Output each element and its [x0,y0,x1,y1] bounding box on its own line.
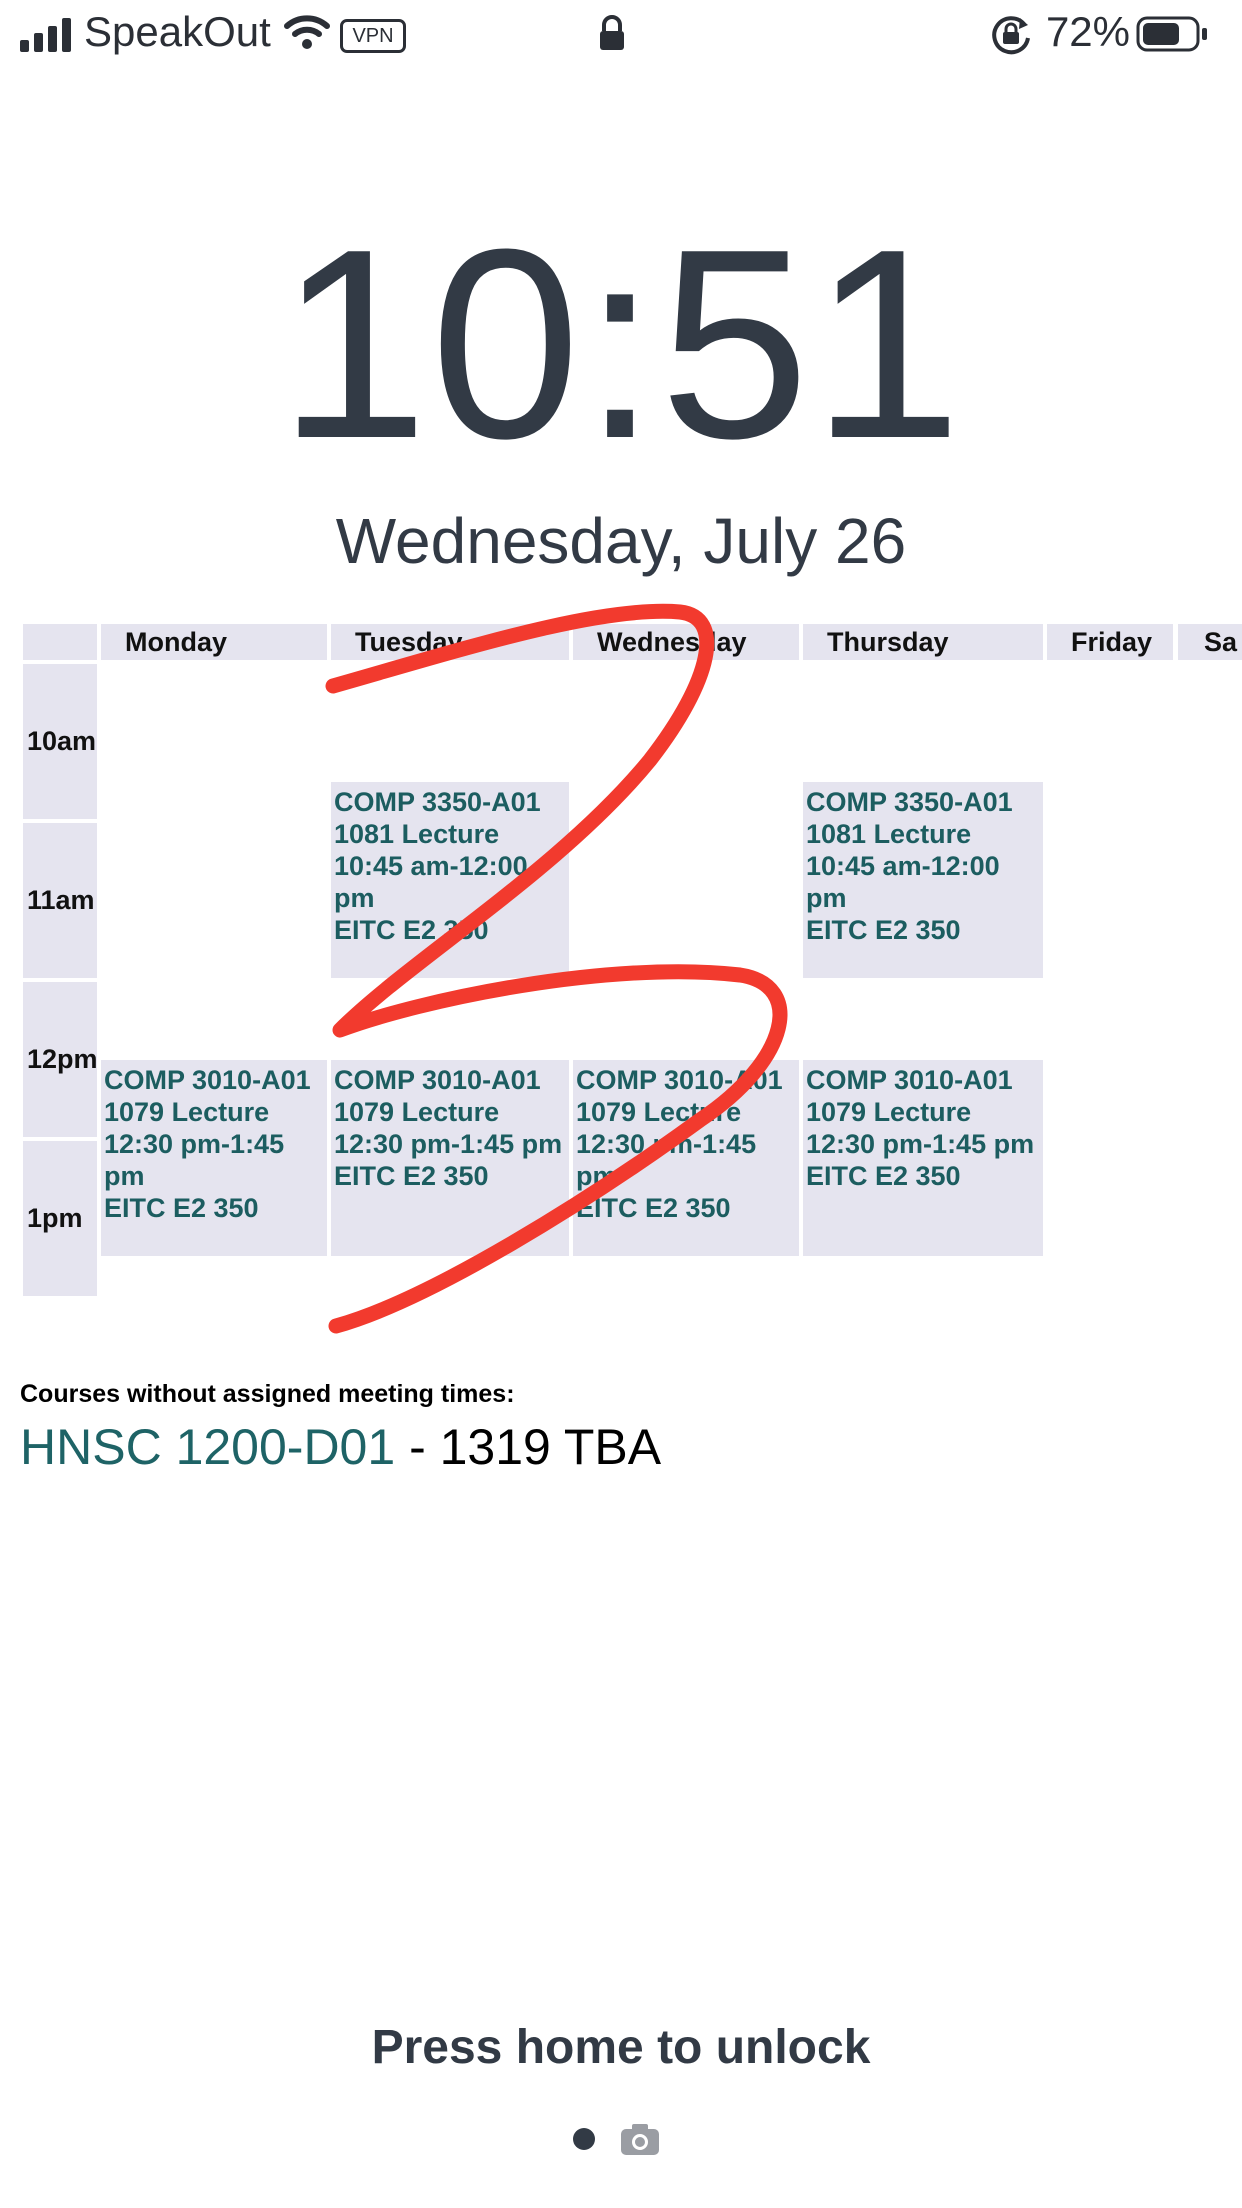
corner-header [23,624,97,660]
event-room: EITC E2 350 [334,915,489,945]
unscheduled-courses-label: Courses without assigned meeting times: [20,1380,515,1408]
carrier-name: SpeakOut [84,8,271,55]
event-time: 12:30 pm-1:45 pm [104,1129,285,1191]
event-time: 12:30 pm-1:45 pm [806,1129,1035,1159]
battery-icon [1136,16,1207,52]
day-header-saturday: Sa [1178,624,1242,660]
unlock-hint: Press home to unlock [371,2021,871,2074]
event-course: COMP 3010-A01 [576,1065,783,1095]
event-room: EITC E2 350 [334,1161,489,1191]
event-type: 1081 Lecture [806,819,972,849]
day-header-wednesday: Wednesday [573,624,799,660]
vpn-badge: VPN [340,19,406,53]
day-header-tuesday: Tuesday [331,624,569,660]
event-course: COMP 3350-A01 [334,787,541,817]
event-course: COMP 3010-A01 [104,1065,311,1095]
unscheduled-course-row: HNSC 1200-D01 - 1319 TBA [20,1418,661,1476]
event-time: 12:30 pm-1:45 pm [576,1129,757,1191]
event-course: COMP 3010-A01 [334,1065,541,1095]
day-header-monday: Monday [101,624,327,660]
event-type: 1079 Lecture [104,1097,270,1127]
status-bar: SpeakOut VPN 72% [0,0,1242,72]
time-slot-11am: 11am [23,823,97,978]
unscheduled-course-detail: - 1319 TBA [395,1419,662,1475]
day-header-thursday: Thursday [803,624,1043,660]
battery-percent: 72% [1045,8,1130,55]
event-room: EITC E2 350 [104,1193,259,1223]
event-room: EITC E2 350 [806,915,961,945]
event-block[interactable]: COMP 3350-A01 1081 Lecture 10:45 am-12:0… [331,782,569,978]
page-indicator-dot [573,2128,595,2150]
event-type: 1079 Lecture [576,1097,742,1127]
event-type: 1079 Lecture [334,1097,500,1127]
event-course: COMP 3350-A01 [806,787,1013,817]
event-course: COMP 3010-A01 [806,1065,1013,1095]
lock-screen-date: Wednesday, July 26 [335,505,907,577]
wifi-icon [284,15,330,49]
event-block[interactable]: COMP 3010-A01 1079 Lecture 12:30 pm-1:45… [573,1060,799,1256]
lock-icon [600,15,624,50]
event-block[interactable]: COMP 3350-A01 1081 Lecture 10:45 am-12:0… [803,782,1043,978]
day-header-friday: Friday [1047,624,1173,660]
unscheduled-course-link[interactable]: HNSC 1200-D01 [20,1419,395,1475]
event-type: 1079 Lecture [806,1097,972,1127]
rotation-lock-icon [992,16,1030,55]
camera-icon[interactable] [620,2122,660,2156]
event-time: 10:45 am-12:00 pm [806,851,1000,913]
event-block[interactable]: COMP 3010-A01 1079 Lecture 12:30 pm-1:45… [331,1060,569,1256]
event-block[interactable]: COMP 3010-A01 1079 Lecture 12:30 pm-1:45… [101,1060,327,1256]
time-slot-1pm: 1pm [23,1141,97,1296]
time-slot-12pm: 12pm [23,982,98,1137]
signal-strength-icon [20,18,71,52]
lock-screen-time: 10:51 [278,194,964,495]
event-time: 10:45 am-12:00 pm [334,851,528,913]
event-room: EITC E2 350 [806,1161,961,1191]
event-room: EITC E2 350 [576,1193,731,1223]
event-time: 12:30 pm-1:45 pm [334,1129,563,1159]
event-block[interactable]: COMP 3010-A01 1079 Lecture 12:30 pm-1:45… [803,1060,1043,1256]
time-slot-10am: 10am [23,664,97,819]
event-type: 1081 Lecture [334,819,500,849]
